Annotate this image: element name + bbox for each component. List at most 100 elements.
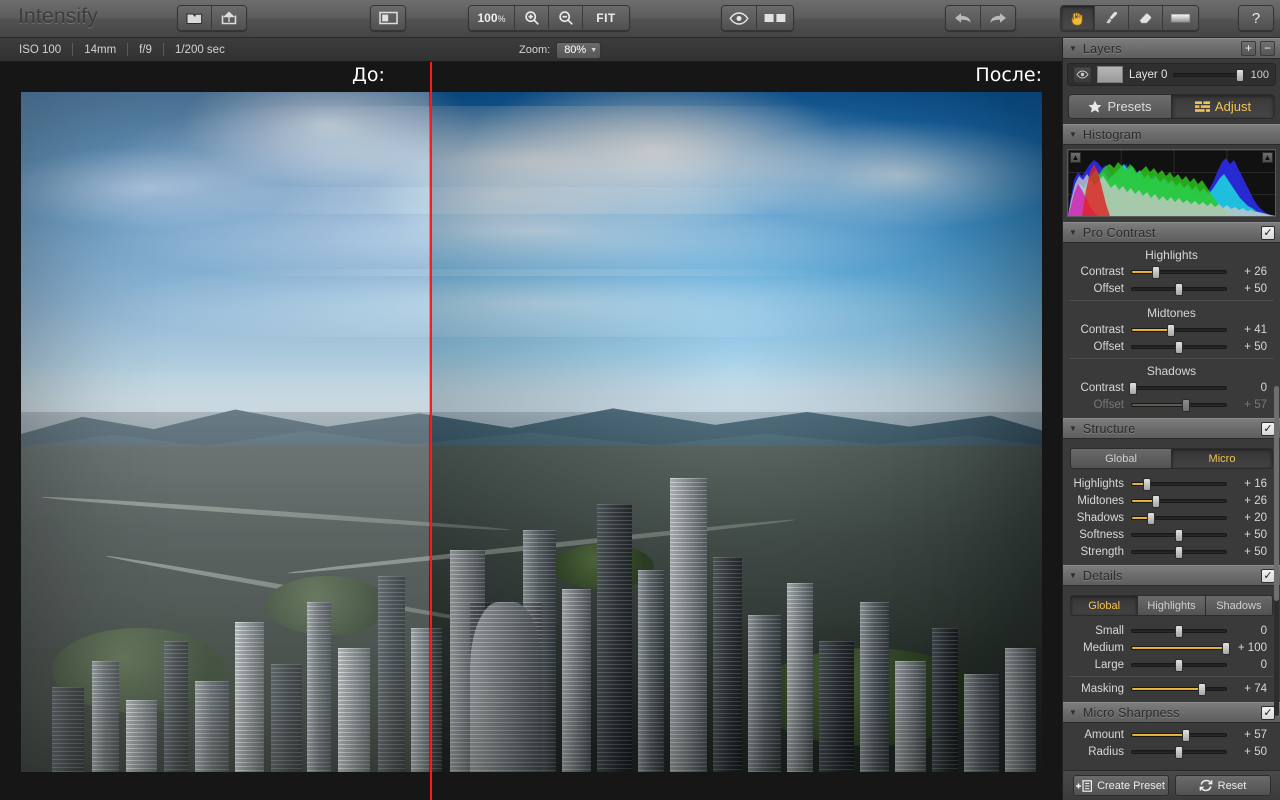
zoom-level-dropdown[interactable]: 80% ▼	[556, 42, 601, 59]
panel-scrollbar[interactable]	[1274, 386, 1279, 716]
slider-label: Softness	[1069, 529, 1131, 541]
details-section-header[interactable]: ▼ Details ✓	[1063, 565, 1280, 586]
slider-track[interactable]	[1131, 499, 1227, 503]
pro-contrast-title: Pro Contrast	[1083, 226, 1156, 240]
histogram-section-header[interactable]: ▼ Histogram	[1063, 124, 1280, 145]
slider-row[interactable]: Strength + 50	[1063, 543, 1280, 560]
exif-info: ISO 100 14mm f/9 1/200 sec	[0, 43, 236, 56]
slider-row[interactable]: Softness + 50	[1063, 526, 1280, 543]
slider-track[interactable]	[1131, 646, 1227, 650]
slider-row[interactable]: Large 0	[1063, 656, 1280, 673]
toggle-side-panel-button[interactable]	[371, 6, 405, 30]
zoom-out-button[interactable]	[549, 6, 583, 30]
chevron-down-icon[interactable]: ▼	[1069, 228, 1077, 237]
layers-section-header[interactable]: ▼ Layers + −	[1063, 38, 1280, 59]
chevron-down-icon[interactable]: ▼	[1069, 708, 1077, 717]
zoom-fit-button[interactable]: FIT	[583, 6, 629, 30]
chevron-down-icon[interactable]: ▼	[1069, 44, 1077, 53]
slider-track[interactable]	[1131, 345, 1227, 349]
undo-button[interactable]	[946, 6, 981, 30]
details-mode-shadows[interactable]: Shadows	[1206, 596, 1272, 615]
micro-sharpness-enable-checkbox[interactable]: ✓	[1261, 706, 1275, 720]
structure-mode-micro[interactable]: Micro	[1172, 449, 1272, 468]
photo-preview[interactable]	[21, 92, 1042, 772]
zoom-in-button[interactable]	[515, 6, 549, 30]
shadow-clip-marker[interactable]: ▲	[1070, 152, 1081, 163]
image-canvas-area[interactable]: До: После:	[0, 62, 1062, 800]
slider-track[interactable]	[1131, 733, 1227, 737]
layer-name[interactable]: Layer 0	[1129, 69, 1167, 81]
add-layer-button[interactable]: +	[1241, 41, 1256, 56]
slider-track[interactable]	[1131, 663, 1227, 667]
slider-row[interactable]: Offset + 57	[1063, 396, 1280, 413]
before-after-split-handle[interactable]	[430, 62, 432, 800]
pro-contrast-enable-checkbox[interactable]: ✓	[1261, 226, 1275, 240]
slider-value: + 41	[1227, 324, 1267, 336]
slider-track[interactable]	[1131, 533, 1227, 537]
slider-row[interactable]: Masking + 74	[1063, 680, 1280, 697]
layer-visibility-toggle[interactable]	[1074, 67, 1091, 82]
brush-tool-button[interactable]	[1095, 6, 1129, 30]
slider-row[interactable]: Medium + 100	[1063, 639, 1280, 656]
slider-track[interactable]	[1131, 687, 1227, 691]
gradient-tool-button[interactable]	[1163, 6, 1198, 30]
eraser-tool-icon	[1137, 10, 1154, 27]
open-image-button[interactable]	[178, 6, 212, 30]
slider-track[interactable]	[1131, 403, 1227, 407]
slider-value: + 26	[1227, 266, 1267, 278]
pro-contrast-section-header[interactable]: ▼ Pro Contrast ✓	[1063, 222, 1280, 243]
structure-mode-global[interactable]: Global	[1071, 449, 1172, 468]
slider-track[interactable]	[1131, 386, 1227, 390]
split-compare-button[interactable]	[757, 6, 793, 30]
structure-enable-checkbox[interactable]: ✓	[1261, 422, 1275, 436]
slider-row[interactable]: Amount + 57	[1063, 726, 1280, 743]
slider-row[interactable]: Radius + 50	[1063, 743, 1280, 760]
slider-row[interactable]: Contrast + 41	[1063, 321, 1280, 338]
scrollbar-thumb[interactable]	[1274, 386, 1279, 601]
export-image-button[interactable]	[212, 6, 246, 30]
slider-row[interactable]: Offset + 50	[1063, 280, 1280, 297]
slider-row[interactable]: Highlights + 16	[1063, 475, 1280, 492]
slider-value: + 74	[1227, 683, 1267, 695]
reset-button[interactable]: Reset	[1175, 775, 1271, 796]
redo-button[interactable]	[981, 6, 1015, 30]
create-preset-button[interactable]: Create Preset	[1073, 775, 1169, 796]
slider-track[interactable]	[1131, 270, 1227, 274]
slider-label: Strength	[1069, 546, 1131, 558]
slider-track[interactable]	[1131, 750, 1227, 754]
chevron-down-icon[interactable]: ▼	[1069, 571, 1077, 580]
chevron-down-icon[interactable]: ▼	[1069, 424, 1077, 433]
slider-row[interactable]: Midtones + 26	[1063, 492, 1280, 509]
details-enable-checkbox[interactable]: ✓	[1261, 569, 1275, 583]
zoom-100-button[interactable]: 100%	[469, 6, 515, 30]
details-mode-highlights[interactable]: Highlights	[1138, 596, 1205, 615]
chevron-down-icon[interactable]: ▼	[1069, 130, 1077, 139]
layer-row[interactable]: Layer 0 100	[1067, 63, 1276, 86]
slider-row[interactable]: Small 0	[1063, 622, 1280, 639]
tab-adjust[interactable]: Adjust	[1172, 95, 1274, 118]
slider-track[interactable]	[1131, 287, 1227, 291]
slider-track[interactable]	[1131, 629, 1227, 633]
tab-presets[interactable]: Presets	[1069, 95, 1172, 118]
highlight-clip-marker[interactable]: ▲	[1262, 152, 1273, 163]
details-mode-global[interactable]: Global	[1071, 596, 1138, 615]
slider-row[interactable]: Contrast + 26	[1063, 263, 1280, 280]
layer-thumbnail[interactable]	[1097, 66, 1123, 83]
slider-track[interactable]	[1131, 550, 1227, 554]
eraser-tool-button[interactable]	[1129, 6, 1163, 30]
slider-row[interactable]: Shadows + 20	[1063, 509, 1280, 526]
preview-original-button[interactable]	[722, 6, 757, 30]
micro-sharpness-section-header[interactable]: ▼ Micro Sharpness ✓	[1063, 702, 1280, 723]
slider-label: Contrast	[1069, 266, 1131, 278]
help-button[interactable]: ?	[1239, 6, 1273, 30]
slider-track[interactable]	[1131, 482, 1227, 486]
structure-section-header[interactable]: ▼ Structure ✓	[1063, 418, 1280, 439]
remove-layer-button[interactable]: −	[1260, 41, 1275, 56]
slider-row[interactable]: Contrast 0	[1063, 379, 1280, 396]
slider-row[interactable]: Offset + 50	[1063, 338, 1280, 355]
layer-opacity-slider[interactable]	[1173, 68, 1241, 82]
slider-track[interactable]	[1131, 328, 1227, 332]
slider-track[interactable]	[1131, 516, 1227, 520]
histogram-plot[interactable]: ▲ ▲	[1067, 149, 1276, 217]
hand-tool-button[interactable]	[1061, 6, 1095, 30]
